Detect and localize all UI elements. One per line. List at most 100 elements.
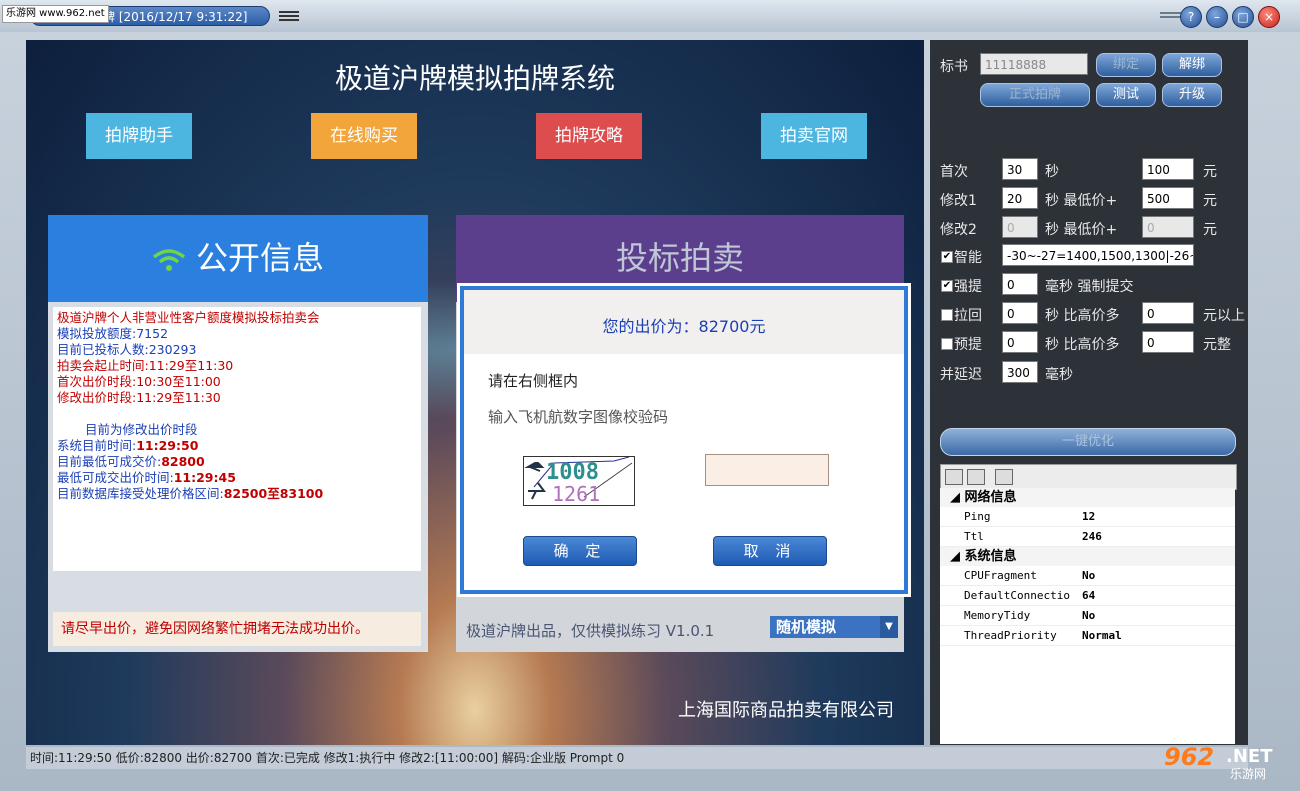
categorized-icon[interactable]	[945, 469, 963, 485]
formal-bid-button[interactable]: 正式拍牌	[980, 83, 1090, 107]
captcha-code-bottom: 1261	[552, 482, 600, 505]
public-info-panel: 极道沪牌个人非营业性客户额度模拟投标拍卖会 模拟投放额度:7152 目前已投标人…	[48, 302, 428, 652]
property-grid: ◢ 网络信息 Ping 12 Ttl 246 ◢ 系统信息 CPUFragment N…	[940, 488, 1235, 744]
status-bar: 时间:11:29:50 低价:82800 出价:82700 首次:已完成 修改1…	[26, 747, 1248, 769]
settings-panel: 标书 11118888 绑定 解绑 正式拍牌 测试 升级 首次 30 秒 100…	[930, 40, 1248, 745]
pullback-label: 拉回	[954, 308, 982, 324]
confirm-button[interactable]: 确 定	[523, 536, 637, 566]
modify1-label: 修改1	[940, 193, 977, 209]
pullback-amount-input[interactable]: 0	[1142, 302, 1194, 324]
watermark-logo: 962 .NET 乐游网	[1164, 743, 1273, 781]
cancel-button[interactable]: 取 消	[713, 536, 827, 566]
simulation-stage: 极道沪牌模拟拍牌系统 拍牌助手 在线购买 拍牌攻略 拍卖官网 公开信息 极道沪牌…	[26, 40, 924, 745]
captcha-instruction: 请在右侧框内	[488, 372, 579, 390]
delay-ms-input[interactable]: 300	[1002, 361, 1038, 383]
bid-number-label: 标书	[940, 59, 968, 75]
first-bid-yuan-label: 元	[1203, 164, 1217, 180]
company-name: 上海国际商品拍卖有限公司	[678, 700, 894, 721]
force-submit-ms-input[interactable]: 0	[1002, 273, 1038, 295]
first-bid-label: 首次	[940, 164, 968, 180]
smart-label: 智能	[954, 250, 982, 266]
modify1-seconds-input[interactable]: 20	[1002, 187, 1038, 209]
minimize-button[interactable]: –	[1206, 6, 1228, 28]
bid-number-input[interactable]: 11118888	[980, 53, 1088, 75]
sys-time-line: 系统目前时间:11:29:50	[57, 438, 199, 453]
modify2-label: 修改2	[940, 222, 977, 238]
optimize-button[interactable]: 一键优化	[940, 428, 1236, 456]
nav-assistant-button[interactable]: 拍牌助手	[86, 113, 192, 159]
smart-checkbox[interactable]: ✔	[941, 251, 953, 263]
title-bar[interactable]: 极道沪牌 [2016/12/17 9:31:22] 乐游网 www.962.ne…	[0, 0, 1300, 32]
info-line: 极道沪牌个人非营业性客户额度模拟投标拍卖会	[57, 310, 320, 325]
smart-rule-input[interactable]: -30~-27=1400,1500,1300|-26~	[1002, 244, 1194, 266]
captcha-input[interactable]	[705, 454, 829, 486]
close-button[interactable]: ×	[1258, 6, 1280, 28]
pullback-unit-label: 秒 比高价多	[1045, 308, 1120, 324]
min-time-line: 最低可成交出价时间:11:29:45	[57, 470, 236, 485]
stage-line: 目前为修改出价时段	[85, 422, 198, 437]
min-price-line: 目前最低可成交价:82800	[57, 454, 205, 469]
delay-label: 并延迟	[940, 367, 982, 383]
mode-select[interactable]: 随机模拟 ▼	[770, 616, 898, 638]
property-row[interactable]: MemoryTidy No	[940, 606, 1235, 626]
category-system[interactable]: ◢ 系统信息	[940, 547, 1235, 566]
system-title: 极道沪牌模拟拍牌系统	[334, 62, 615, 95]
mode-select-value: 随机模拟	[776, 618, 837, 636]
chevron-down-icon[interactable]: ▼	[880, 616, 898, 638]
category-network[interactable]: ◢ 网络信息	[940, 488, 1235, 507]
modify2-unit-label: 秒 最低价+	[1045, 222, 1118, 238]
property-pages-icon[interactable]	[995, 469, 1013, 485]
help-button[interactable]: ?	[1180, 6, 1202, 28]
bind-button[interactable]: 绑定	[1096, 53, 1156, 77]
test-button[interactable]: 测试	[1096, 83, 1156, 107]
modify2-yuan-label: 元	[1203, 222, 1217, 238]
modify2-seconds-input[interactable]: 0	[1002, 216, 1038, 238]
property-row[interactable]: ThreadPriority Normal	[940, 626, 1235, 646]
modify2-price-input[interactable]: 0	[1142, 216, 1194, 238]
modify1-unit-label: 秒 最低价+	[1045, 193, 1118, 209]
property-row[interactable]: Ttl 246	[940, 527, 1235, 547]
first-bid-price-input[interactable]: 100	[1142, 158, 1194, 180]
info-line: 首次出价时段:10:30至11:00	[57, 374, 221, 389]
version-text: 极道沪牌出品，仅供模拟练习 V1.0.1	[466, 622, 715, 640]
nav-official-button[interactable]: 拍卖官网	[761, 113, 867, 159]
pullback-seconds-input[interactable]: 0	[1002, 302, 1038, 324]
force-submit-unit-label: 毫秒 强制提交	[1045, 279, 1134, 295]
preset-label: 预提	[954, 337, 982, 353]
property-row[interactable]: CPUFragment No	[940, 566, 1235, 586]
info-line: 拍卖会起止时间:11:29至11:30	[57, 358, 234, 373]
property-row[interactable]: DefaultConnectio 64	[940, 586, 1235, 606]
bid-amount-title: 您的出价为：82700元	[464, 290, 904, 354]
property-row[interactable]: Ping 12	[940, 507, 1235, 527]
captcha-image: 1008 1261	[523, 456, 635, 506]
delay-unit-label: 毫秒	[1045, 367, 1073, 383]
site-logo: 乐游网 www.962.net	[2, 5, 109, 23]
skin-icon[interactable]	[1160, 10, 1182, 22]
pullback-checkbox[interactable]	[941, 309, 953, 321]
modify1-price-input[interactable]: 500	[1142, 187, 1194, 209]
warning-text: 请尽早出价，避免因网络繁忙拥堵无法成功出价。	[53, 612, 421, 646]
unbind-button[interactable]: 解绑	[1162, 53, 1222, 77]
modify1-yuan-label: 元	[1203, 193, 1217, 209]
info-line: 目前已投标人数:230293	[57, 342, 197, 357]
wifi-icon	[152, 249, 186, 271]
pullback-yuan-label: 元以上	[1203, 308, 1245, 324]
force-submit-checkbox[interactable]: ✔	[941, 280, 953, 292]
plane-icon	[524, 462, 546, 500]
preset-amount-input[interactable]: 0	[1142, 331, 1194, 353]
sort-az-icon[interactable]	[967, 469, 985, 485]
upgrade-button[interactable]: 升级	[1162, 83, 1222, 107]
menu-icon[interactable]	[279, 9, 299, 23]
preset-seconds-input[interactable]: 0	[1002, 331, 1038, 353]
public-info-header: 公开信息	[48, 215, 428, 302]
preset-checkbox[interactable]	[941, 338, 953, 350]
force-submit-label: 强提	[954, 279, 982, 295]
preset-unit-label: 秒 比高价多	[1045, 337, 1120, 353]
propertygrid-toolbar	[940, 464, 1237, 490]
nav-buy-button[interactable]: 在线购买	[311, 113, 417, 159]
restore-button[interactable]: □	[1232, 6, 1254, 28]
nav-guide-button[interactable]: 拍牌攻略	[536, 113, 642, 159]
public-info-title: 公开信息	[195, 239, 324, 277]
first-bid-seconds-input[interactable]: 30	[1002, 158, 1038, 180]
info-line: 模拟投放额度:7152	[57, 326, 169, 341]
